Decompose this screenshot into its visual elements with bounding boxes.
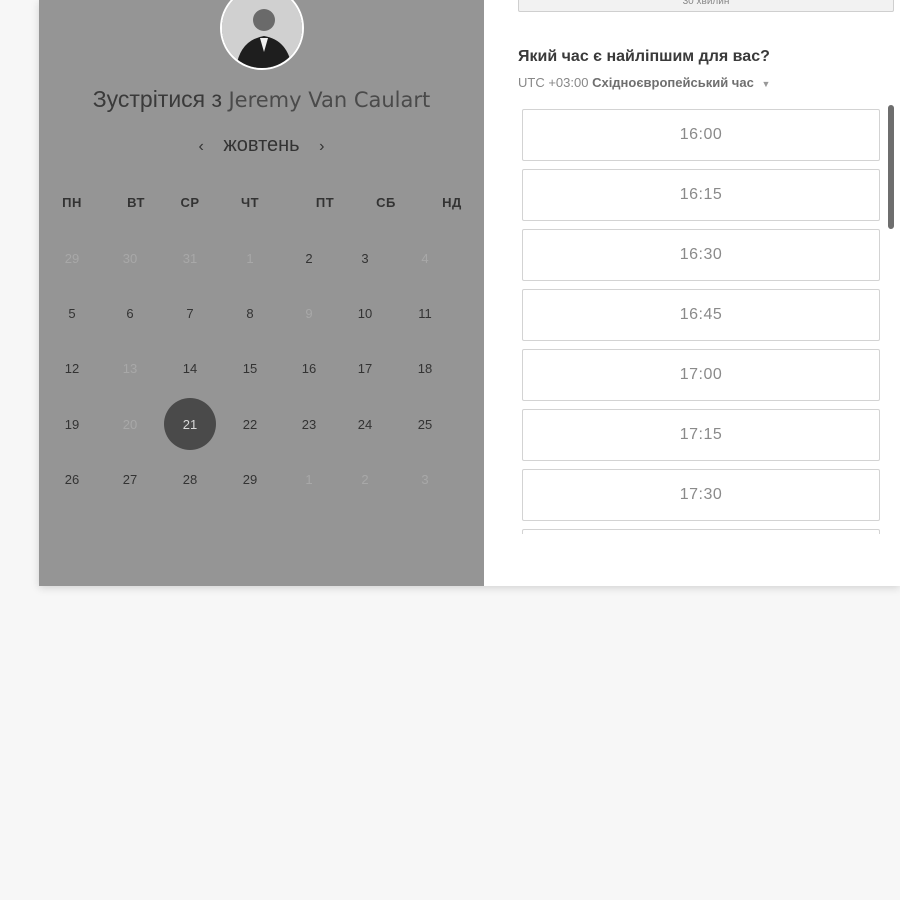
time-panel: 30 хвилин Який час є найліпшим для вас? … <box>484 0 900 586</box>
weekday-label: СР <box>180 195 200 210</box>
day-cell: 13 <box>122 360 138 376</box>
weekday-header: ПН ВТ СР ЧТ ПТ СБ НД <box>39 195 484 215</box>
host-name: Jeremy Van Caulart <box>228 88 431 112</box>
timezone-name: Східноєвропейський час <box>592 75 754 90</box>
time-slot-button[interactable]: 17:30 <box>522 469 880 521</box>
day-cell[interactable]: 29 <box>224 453 276 505</box>
time-slot-list: 16:00 16:15 16:30 16:45 17:00 17:15 17:30 17:45 <box>522 109 880 534</box>
day-cell[interactable]: 11 <box>399 287 451 339</box>
weekday-label: СБ <box>376 195 396 210</box>
day-cell-selected[interactable]: 21 <box>164 398 216 450</box>
day-cell[interactable]: 7 <box>164 287 216 339</box>
day-cell[interactable]: 27 <box>104 453 156 505</box>
day-cell: 2 <box>361 471 369 487</box>
timezone-offset: UTC +03:00 <box>518 75 589 90</box>
month-label: жовтень <box>223 134 300 156</box>
scheduler-card: Зустрітися з Jeremy Van Caulart ‹ жовтен… <box>39 0 900 586</box>
chevron-right-icon[interactable]: › <box>305 138 338 155</box>
day-cell: 1 <box>246 250 254 266</box>
day-cell[interactable]: 16 <box>283 342 335 394</box>
caret-down-icon: ▼ <box>761 79 771 89</box>
scrollbar[interactable] <box>888 105 894 229</box>
day-cell[interactable]: 8 <box>224 287 276 339</box>
day-cell[interactable]: 28 <box>164 453 216 505</box>
day-cell: 31 <box>182 250 198 266</box>
chevron-left-icon[interactable]: ‹ <box>185 138 218 155</box>
duration-button[interactable]: 30 хвилин <box>518 0 894 12</box>
time-slot-button[interactable]: 16:30 <box>522 229 880 281</box>
month-navigation: ‹ жовтень › <box>39 134 484 157</box>
time-slot-button[interactable]: 16:45 <box>522 289 880 341</box>
day-cell[interactable]: 14 <box>164 342 216 394</box>
day-cell[interactable]: 23 <box>283 398 335 450</box>
day-cell[interactable]: 22 <box>224 398 276 450</box>
day-cell[interactable]: 18 <box>399 342 451 394</box>
day-cell: 1 <box>305 471 313 487</box>
weekday-label: ВТ <box>127 195 145 210</box>
weekday-label: ЧТ <box>240 195 260 210</box>
day-cell: 3 <box>421 471 429 487</box>
meeting-title: Зустрітися з Jeremy Van Caulart <box>39 86 484 113</box>
day-cell[interactable]: 3 <box>339 232 391 284</box>
day-cell: 29 <box>64 250 80 266</box>
day-cell[interactable]: 24 <box>339 398 391 450</box>
host-avatar <box>220 0 304 70</box>
meet-prefix: Зустрітися з <box>92 86 223 112</box>
day-cell[interactable]: 6 <box>104 287 156 339</box>
time-slot-button[interactable]: 17:15 <box>522 409 880 461</box>
day-cell: 4 <box>421 250 429 266</box>
day-cell[interactable]: 25 <box>399 398 451 450</box>
day-cell: 9 <box>305 305 313 321</box>
day-cell[interactable]: 15 <box>224 342 276 394</box>
day-cell[interactable]: 12 <box>46 342 98 394</box>
day-cell: 30 <box>122 250 138 266</box>
time-slot-button[interactable]: 16:00 <box>522 109 880 161</box>
timezone-selector[interactable]: UTC +03:00 Східноєвропейський час ▼ <box>518 75 770 90</box>
day-cell[interactable]: 5 <box>46 287 98 339</box>
time-question: Який час є найліпшим для вас? <box>518 48 770 65</box>
day-cell[interactable]: 26 <box>46 453 98 505</box>
day-cell: 20 <box>122 416 138 432</box>
day-cell[interactable]: 19 <box>46 398 98 450</box>
weekday-label: ПТ <box>315 195 335 210</box>
person-photo-icon <box>222 0 302 68</box>
time-slot-button[interactable]: 17:00 <box>522 349 880 401</box>
time-slot-button[interactable]: 16:15 <box>522 169 880 221</box>
day-cell[interactable]: 10 <box>339 287 391 339</box>
time-slot-button[interactable]: 17:45 <box>522 529 880 534</box>
day-cell[interactable]: 17 <box>339 342 391 394</box>
weekday-label: ПН <box>62 195 82 210</box>
weekday-label: НД <box>442 195 462 210</box>
day-cell[interactable]: 2 <box>283 232 335 284</box>
calendar-panel: Зустрітися з Jeremy Van Caulart ‹ жовтен… <box>39 0 484 586</box>
